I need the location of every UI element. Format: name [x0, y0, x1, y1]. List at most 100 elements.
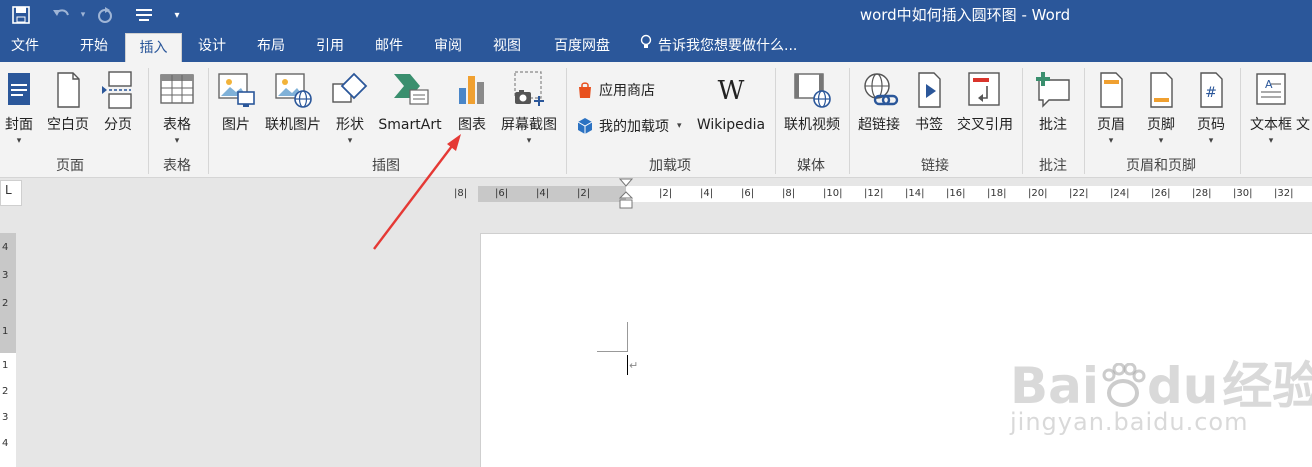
- picture-icon: [218, 73, 255, 107]
- ruler-tick-label: |4|: [700, 188, 714, 199]
- tab-baidu-netdisk[interactable]: 百度网盘: [542, 30, 622, 62]
- group-separator: [1022, 68, 1023, 174]
- tab-mailings[interactable]: 邮件: [361, 30, 417, 62]
- tab-selector[interactable]: L: [0, 180, 22, 206]
- indent-marker-icon[interactable]: [619, 178, 633, 210]
- smartart-icon: [394, 74, 429, 105]
- my-addins-button[interactable]: 我的加载项 ▾: [576, 114, 682, 138]
- table-button[interactable]: 表格 ▾: [154, 68, 200, 152]
- group-separator: [849, 68, 850, 174]
- cover-page-button[interactable]: 封面 ▾: [0, 68, 38, 152]
- online-picture-button[interactable]: 联机图片: [260, 68, 326, 152]
- page-number-button[interactable]: # 页码 ▾: [1188, 68, 1234, 152]
- paw-logo-icon: [1102, 362, 1146, 407]
- ruler-tick-label: |24|: [1110, 188, 1130, 199]
- tab-references[interactable]: 引用: [302, 30, 358, 62]
- ruler-tick-label: |6|: [495, 188, 509, 199]
- ruler-tick-label: |8|: [782, 188, 796, 199]
- picture-button[interactable]: 图片: [214, 68, 258, 152]
- tab-insert[interactable]: 插入: [125, 33, 182, 62]
- store-bag-icon: [579, 82, 591, 98]
- tab-file[interactable]: 文件: [0, 30, 50, 62]
- group-label-media: 媒体: [797, 158, 825, 174]
- page-number-icon: #: [1200, 72, 1223, 108]
- tell-me-text: 告诉我您想要做什么...: [658, 38, 798, 54]
- tab-view[interactable]: 视图: [479, 30, 535, 62]
- group-separator: [775, 68, 776, 174]
- group-label-links: 链接: [921, 158, 949, 174]
- blank-page-button[interactable]: 空白页: [42, 68, 94, 152]
- margin-crop-mark: [597, 351, 628, 352]
- ruler-tick-label: 4: [2, 438, 9, 449]
- ruler-tick-label: |4|: [536, 188, 550, 199]
- ruler-tick-label: |8|: [454, 188, 468, 199]
- watermark-url: jingyan.baidu.com: [1010, 408, 1249, 436]
- group-separator: [208, 68, 209, 174]
- ribbon-insert: 封面 ▾ 空白页 分页 页面 表格 ▾ 表格 图片 联机图片 形状 ▾ Smar…: [0, 62, 1312, 178]
- shapes-icon: [332, 72, 368, 103]
- horizontal-ruler[interactable]: |8| |6| |4| |2| |2| |4| |6| |8| |10| |12| |14| |16|…: [454, 178, 1312, 209]
- ruler-tick-label: |20|: [1028, 188, 1048, 199]
- ruler-tick-label: 3: [2, 412, 9, 423]
- ruler-tick-label: |10|: [823, 188, 843, 199]
- lightbulb-icon: [638, 30, 654, 62]
- smartart-button[interactable]: SmartArt: [374, 68, 446, 152]
- store-button[interactable]: 应用商店: [576, 78, 655, 102]
- tab-home[interactable]: 开始: [66, 30, 122, 62]
- shapes-button[interactable]: 形状 ▾: [328, 68, 372, 152]
- save-icon[interactable]: [8, 3, 34, 27]
- group-label-addins: 加载项: [649, 158, 691, 174]
- ruler-tick-label: 1: [2, 360, 9, 371]
- window-title: word中如何插入圆环图 - Word: [859, 6, 1071, 24]
- undo-dropdown-icon[interactable]: ▾: [76, 3, 90, 27]
- tab-layout[interactable]: 布局: [243, 30, 299, 62]
- hyperlink-button[interactable]: 超链接: [852, 68, 906, 152]
- undo-icon[interactable]: [48, 3, 76, 27]
- screenshot-icon: [514, 71, 544, 106]
- text-box-button[interactable]: A 文本框 ▾: [1244, 68, 1298, 152]
- comment-button[interactable]: 批注: [1026, 68, 1080, 152]
- online-video-button[interactable]: 联机视频: [778, 68, 846, 152]
- bookmark-button[interactable]: 书签: [908, 68, 950, 152]
- header-button[interactable]: 页眉 ▾: [1088, 68, 1134, 152]
- chart-button[interactable]: 图表: [450, 68, 494, 152]
- text-group-cut-button[interactable]: 文: [1296, 68, 1312, 152]
- tab-design[interactable]: 设计: [184, 30, 240, 62]
- group-label-pages: 页面: [56, 158, 84, 174]
- ruler-tick-label: 3: [2, 270, 9, 281]
- text-cursor: [627, 355, 628, 375]
- tab-review[interactable]: 审阅: [420, 30, 476, 62]
- touch-mode-icon[interactable]: [132, 3, 156, 27]
- ruler-tick-label: |2|: [577, 188, 591, 199]
- footer-icon: [1150, 72, 1173, 108]
- ruler-tick-label: |12|: [864, 188, 884, 199]
- cross-reference-button[interactable]: 交叉引用: [952, 68, 1018, 152]
- ruler-tick-label: |28|: [1192, 188, 1212, 199]
- footer-button[interactable]: 页脚 ▾: [1138, 68, 1184, 152]
- hyperlink-icon: [864, 73, 899, 106]
- ruler-tick-label: |16|: [946, 188, 966, 199]
- cross-reference-icon: [968, 72, 1000, 106]
- screenshot-button[interactable]: 屏幕截图 ▾: [496, 68, 562, 152]
- vertical-ruler[interactable]: 4 3 2 1 1 2 3 4: [0, 233, 16, 467]
- ruler-tick-label: 2: [2, 386, 9, 397]
- group-label-comments: 批注: [1039, 158, 1067, 174]
- chart-icon: [459, 76, 484, 104]
- page-break-button[interactable]: 分页: [96, 68, 140, 152]
- group-separator: [1084, 68, 1085, 174]
- ruler-tick-label: 4: [2, 242, 9, 253]
- margin-crop-mark: [627, 322, 628, 352]
- ruler-tick-label: |22|: [1069, 188, 1089, 199]
- ribbon-tab-bar: 文件 开始 插入 设计 布局 引用 邮件 审阅 视图 百度网盘 告诉我您想要做什…: [0, 30, 1312, 62]
- group-label-illustrations: 插图: [372, 158, 400, 174]
- comment-icon: [1036, 72, 1070, 108]
- title-bar: ▾ ▾ word中如何插入圆环图 - Word: [0, 0, 1312, 30]
- group-separator: [566, 68, 567, 174]
- tell-me-box[interactable]: 告诉我您想要做什么...: [638, 30, 797, 62]
- ruler-tick-label: |2|: [659, 188, 673, 199]
- wikipedia-w-icon: W: [717, 76, 745, 106]
- customize-qa-icon[interactable]: ▾: [168, 3, 186, 27]
- redo-icon[interactable]: [92, 3, 118, 27]
- group-label-header-footer: 页眉和页脚: [1126, 158, 1196, 174]
- wikipedia-button[interactable]: W Wikipedia: [690, 68, 772, 152]
